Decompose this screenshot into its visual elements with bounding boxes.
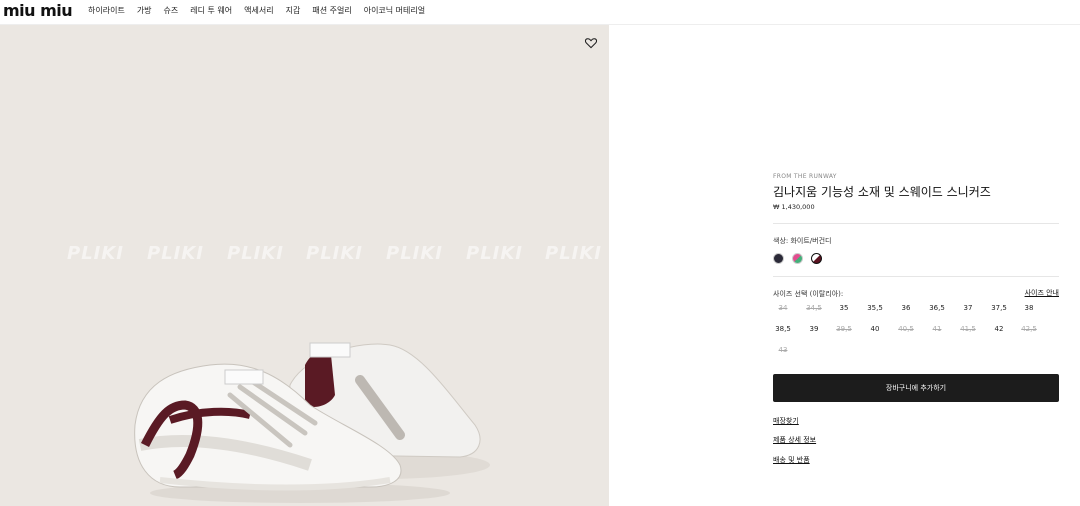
nav-item-iconic-materials[interactable]: 아이코닉 머테리얼 — [364, 6, 425, 16]
size-option[interactable]: 36 — [896, 304, 916, 312]
size-option[interactable]: 35 — [834, 304, 854, 312]
size-option[interactable]: 34 — [773, 304, 793, 312]
watermark-text: PLIKI — [67, 243, 125, 264]
watermark-row: PLIKI PLIKI PLIKI PLIKI PLIKI PLIKI PLIK… — [0, 243, 609, 267]
nav-item-highlights[interactable]: 하이라이트 — [88, 6, 125, 16]
size-option[interactable]: 41 — [927, 325, 947, 333]
size-option[interactable]: 38,5 — [773, 325, 793, 333]
size-option[interactable]: 37 — [958, 304, 978, 312]
nav-item-fashion-jewelry[interactable]: 패션 주얼리 — [312, 6, 351, 16]
size-option[interactable]: 40 — [865, 325, 885, 333]
size-option[interactable]: 36,5 — [927, 304, 947, 312]
size-option[interactable]: 39 — [804, 325, 824, 333]
watermark-text: PLIKI — [306, 243, 364, 264]
brand-logo[interactable]: miu miu — [3, 3, 73, 19]
size-guide-link[interactable]: 사이즈 안내 — [1025, 288, 1059, 298]
size-option[interactable]: 37,5 — [989, 304, 1009, 312]
watermark-text: PLIKI — [227, 243, 285, 264]
color-swatches — [773, 253, 822, 264]
watermark-text: PLIKI — [466, 243, 524, 264]
nav-item-bags[interactable]: 가방 — [137, 6, 152, 16]
size-option[interactable]: 34,5 — [804, 304, 824, 312]
size-option[interactable]: 35,5 — [865, 304, 885, 312]
product-details-link[interactable]: 제품 상세 정보 — [773, 435, 816, 445]
size-option[interactable]: 42 — [989, 325, 1009, 333]
size-option[interactable]: 39,5 — [834, 325, 854, 333]
product-collection-label: FROM THE RUNWAY — [773, 173, 837, 180]
store-locator-link[interactable]: 매장찾기 — [773, 416, 799, 426]
shipping-returns-link[interactable]: 배송 및 반품 — [773, 455, 810, 465]
size-option[interactable]: 38 — [1019, 304, 1039, 312]
add-to-cart-button[interactable]: 장바구니에 추가하기 — [773, 374, 1059, 402]
heart-icon[interactable] — [584, 36, 598, 50]
nav-item-accessories[interactable]: 액세서리 — [244, 6, 273, 16]
color-swatch-white-burgundy[interactable] — [811, 253, 822, 264]
product-image-panel[interactable]: PLIKI PLIKI PLIKI PLIKI PLIKI PLIKI PLIK… — [0, 25, 609, 506]
divider — [773, 276, 1059, 277]
nav-item-wallets[interactable]: 지갑 — [286, 6, 301, 16]
top-header: miu miu 하이라이트 가방 슈즈 레디 투 웨어 액세서리 지갑 패션 주… — [0, 0, 1080, 25]
color-swatch-pink-green[interactable] — [792, 253, 803, 264]
product-price: ₩ 1,430,000 — [773, 203, 815, 211]
watermark-text: PLIKI — [545, 243, 603, 264]
size-option[interactable]: 40,5 — [896, 325, 916, 333]
size-option[interactable]: 43 — [773, 346, 793, 354]
size-option[interactable]: 42,5 — [1019, 325, 1039, 333]
divider — [773, 223, 1059, 224]
size-label: 사이즈 선택 (이탈리아): — [773, 290, 844, 298]
color-swatch-navy[interactable] — [773, 253, 784, 264]
nav-item-shoes[interactable]: 슈즈 — [164, 6, 179, 16]
sneaker-image — [134, 342, 490, 503]
watermark-text: PLIKI — [386, 243, 444, 264]
nav-item-ready-to-wear[interactable]: 레디 투 웨어 — [190, 6, 232, 16]
watermark-text: PLIKI — [147, 243, 205, 264]
color-label: 색상: 화이트/버건디 — [773, 237, 832, 245]
main-nav: 하이라이트 가방 슈즈 레디 투 웨어 액세서리 지갑 패션 주얼리 아이코닉 … — [88, 6, 437, 16]
size-option[interactable]: 41,5 — [958, 325, 978, 333]
product-title: 김나지움 기능성 소재 및 스웨이드 스니커즈 — [773, 185, 991, 199]
